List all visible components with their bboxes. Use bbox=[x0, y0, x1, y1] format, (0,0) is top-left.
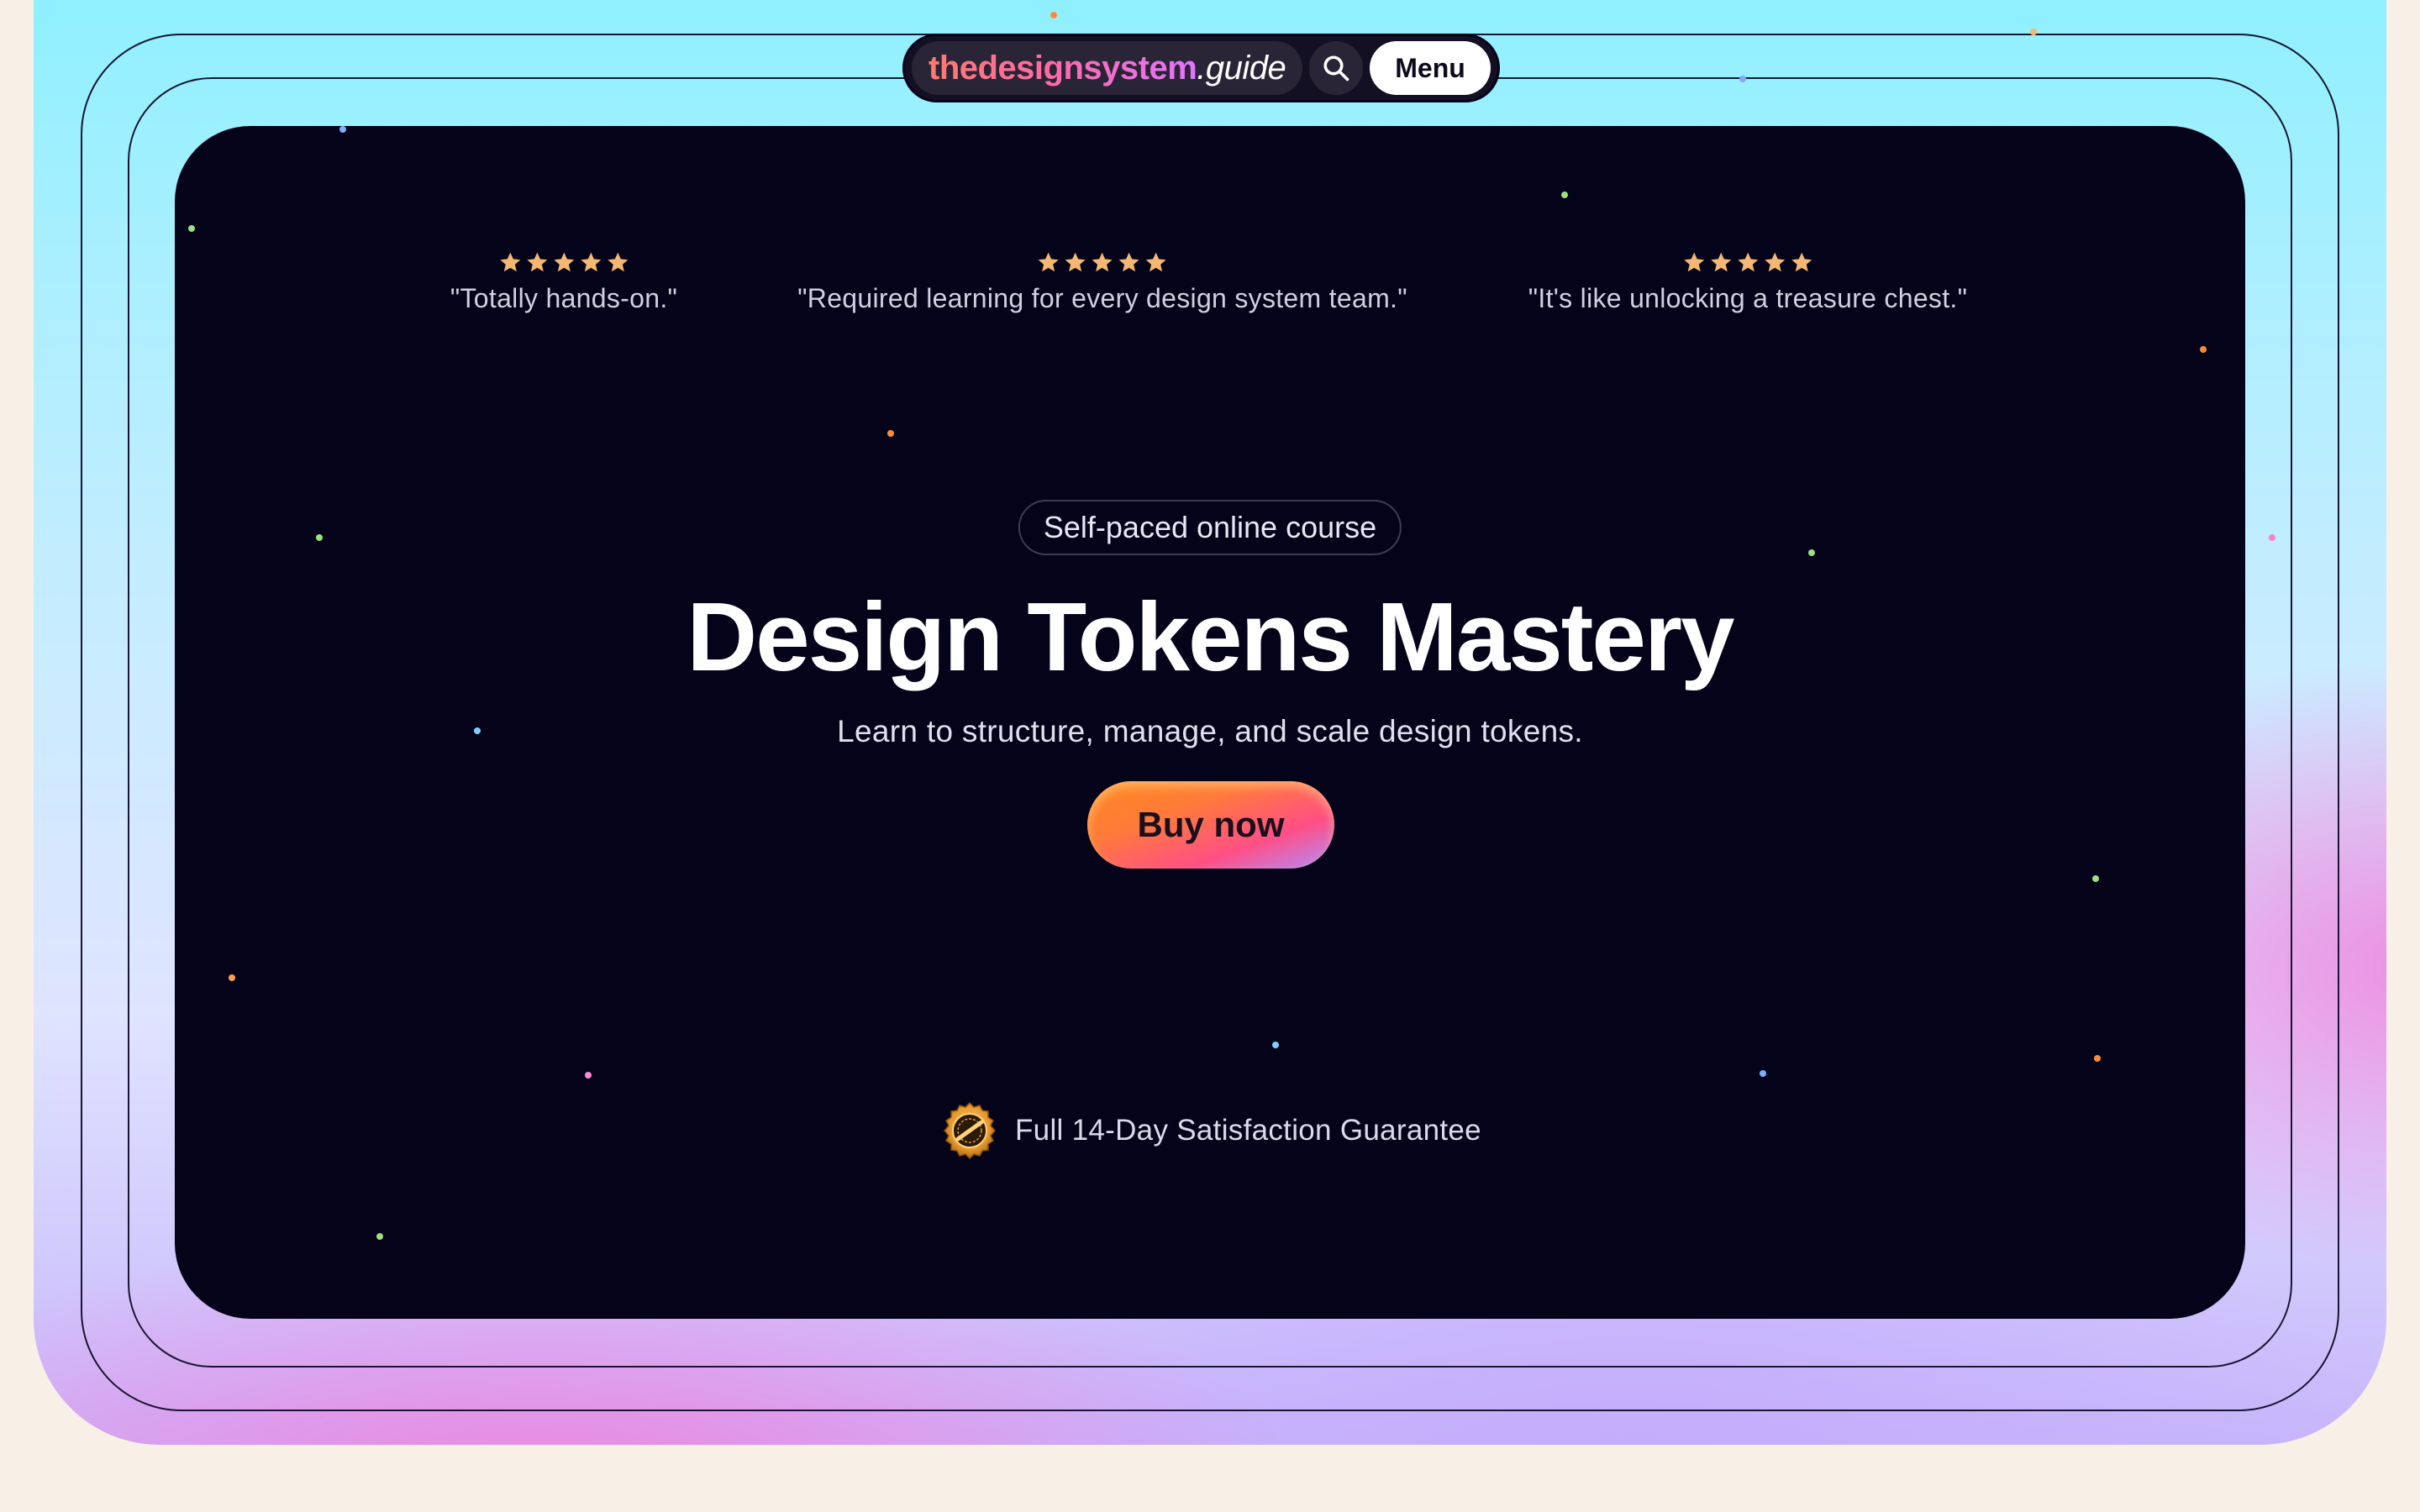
logo-suffix-text: .guide bbox=[1197, 49, 1286, 87]
search-icon bbox=[1323, 55, 1349, 81]
confetti-dot bbox=[1739, 76, 1746, 82]
star-rating bbox=[450, 250, 677, 275]
star-icon bbox=[608, 252, 628, 272]
top-navigation: thedesignsystem .guide Menu bbox=[902, 34, 1500, 102]
page-title: Design Tokens Mastery bbox=[687, 582, 1734, 691]
guarantee-text: Full 14-Day Satisfaction Guarantee bbox=[1015, 1114, 1481, 1147]
hero-panel: "Totally hands-on." "Required learning f… bbox=[175, 126, 2245, 1319]
hero-subtitle: Learn to structure, manage, and scale de… bbox=[837, 714, 1583, 748]
menu-button[interactable]: Menu bbox=[1370, 41, 1491, 95]
guarantee-seal-icon bbox=[944, 1101, 996, 1160]
testimonial: "It's like unlocking a treasure chest." bbox=[1528, 250, 1968, 314]
testimonial-quote: "Totally hands-on." bbox=[450, 283, 678, 313]
buy-now-button[interactable]: Buy now bbox=[1087, 781, 1334, 869]
confetti-dot bbox=[2092, 875, 2099, 882]
course-type-badge: Self-paced online course bbox=[1018, 500, 1402, 555]
star-icon bbox=[1146, 252, 1166, 272]
search-button[interactable] bbox=[1309, 41, 1364, 95]
confetti-dot bbox=[585, 1072, 592, 1079]
star-icon bbox=[1039, 252, 1059, 272]
star-icon bbox=[500, 252, 520, 272]
star-icon bbox=[1092, 252, 1113, 272]
confetti-dot bbox=[2030, 29, 2037, 35]
confetti-dot bbox=[1808, 549, 1815, 556]
star-icon bbox=[1119, 252, 1139, 272]
star-icon bbox=[1711, 252, 1731, 272]
testimonial: "Required learning for every design syst… bbox=[797, 250, 1407, 314]
confetti-dot bbox=[316, 534, 323, 541]
confetti-dot bbox=[887, 430, 894, 437]
confetti-dot bbox=[1561, 192, 1568, 198]
testimonial-quote: "It's like unlocking a treasure chest." bbox=[1528, 283, 1968, 313]
confetti-dot bbox=[2200, 346, 2207, 353]
testimonial: "Totally hands-on." bbox=[450, 250, 677, 314]
confetti-dot bbox=[1050, 12, 1057, 18]
star-rating bbox=[797, 250, 1407, 275]
logo-brand-text: thedesignsystem bbox=[929, 49, 1197, 87]
star-icon bbox=[1791, 252, 1812, 272]
confetti-dot bbox=[1760, 1070, 1766, 1077]
site-logo[interactable]: thedesignsystem .guide bbox=[912, 41, 1303, 95]
confetti-dot bbox=[1272, 1042, 1279, 1048]
star-icon bbox=[1065, 252, 1086, 272]
star-icon bbox=[1738, 252, 1758, 272]
confetti-dot bbox=[2094, 1055, 2101, 1062]
star-rating bbox=[1528, 250, 1968, 275]
star-icon bbox=[527, 252, 547, 272]
star-icon bbox=[554, 252, 574, 272]
star-icon bbox=[1684, 252, 1704, 272]
confetti-dot bbox=[339, 126, 346, 133]
confetti-dot bbox=[2269, 534, 2275, 541]
confetti-dot bbox=[376, 1233, 383, 1240]
star-icon bbox=[581, 252, 601, 272]
satisfaction-guarantee: Full 14-Day Satisfaction Guarantee bbox=[939, 1100, 1481, 1161]
confetti-dot bbox=[229, 974, 235, 981]
star-icon bbox=[1765, 252, 1785, 272]
confetti-dot bbox=[188, 225, 195, 232]
testimonial-quote: "Required learning for every design syst… bbox=[797, 283, 1407, 313]
